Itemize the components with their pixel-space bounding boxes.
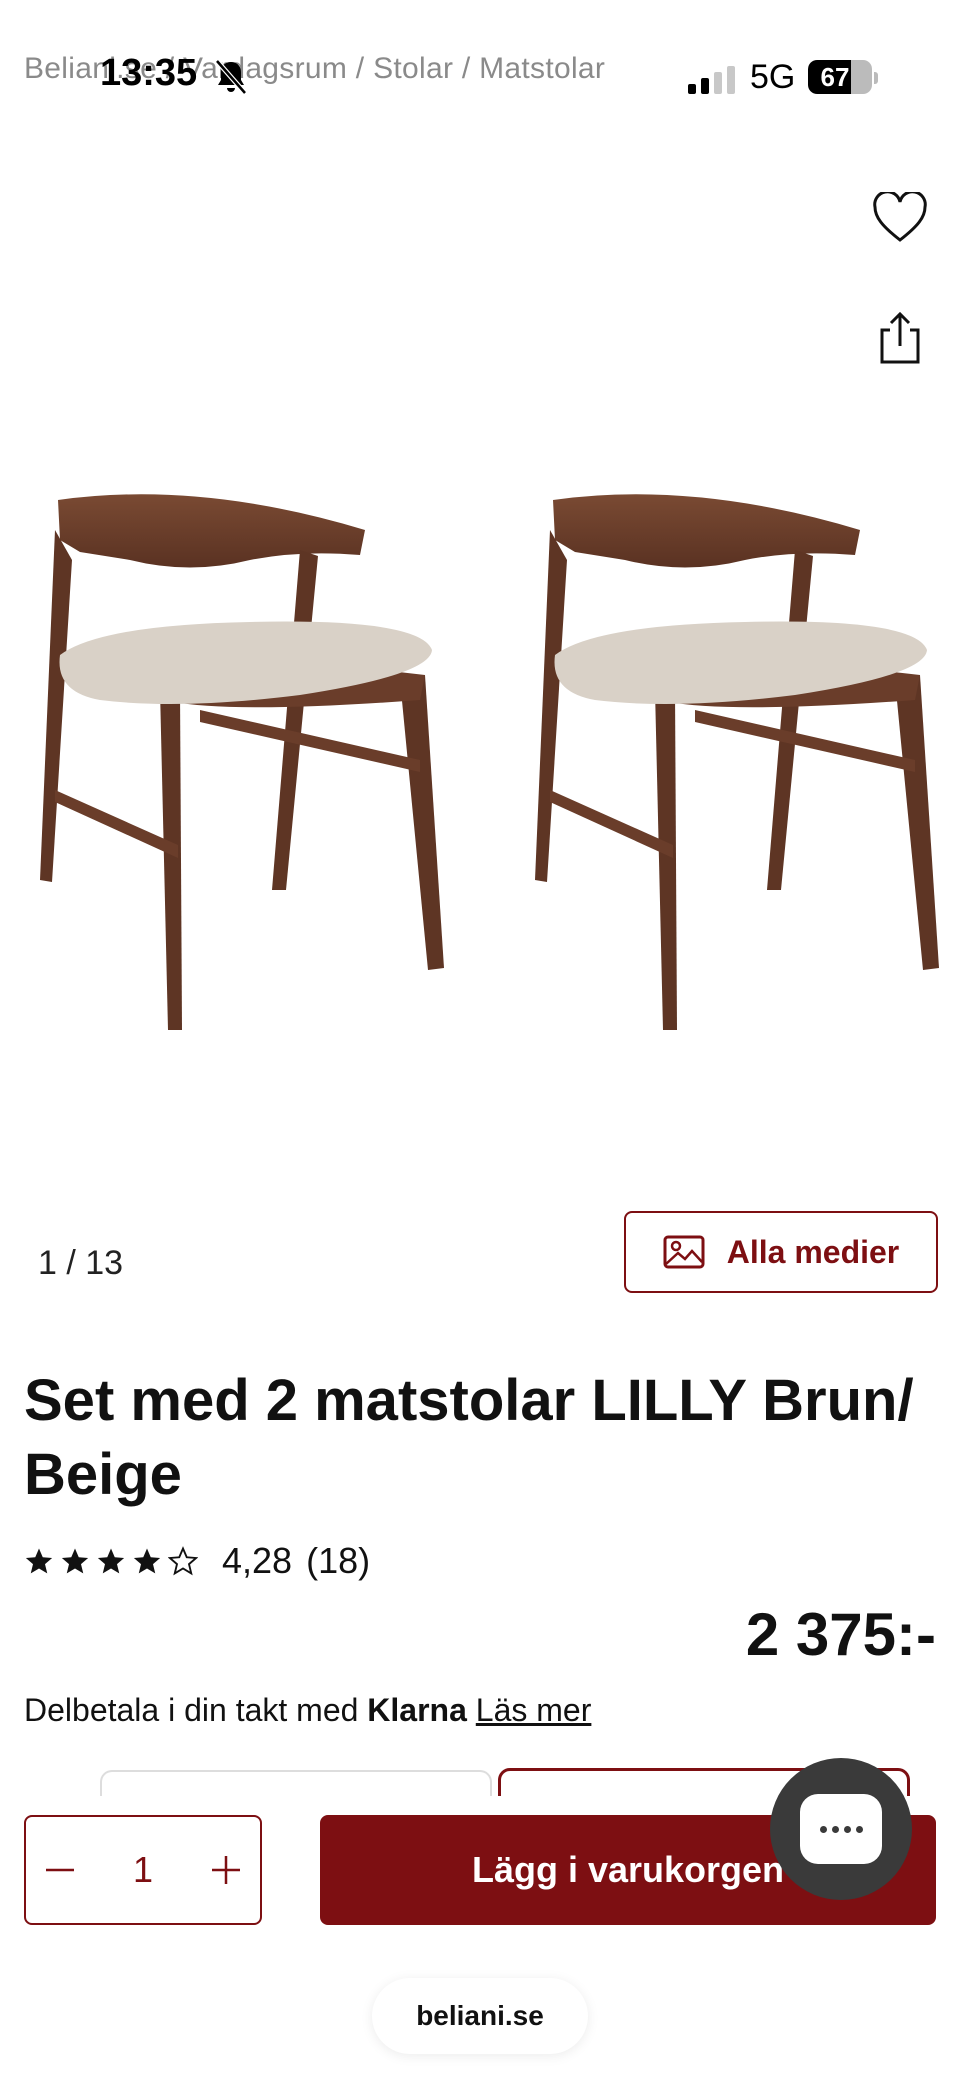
- status-time: 13:35: [100, 52, 198, 94]
- image-icon: [663, 1235, 705, 1269]
- signal-icon: [688, 66, 735, 94]
- share-icon[interactable]: [876, 310, 924, 366]
- gallery-counter: 1 / 13: [38, 1244, 124, 1282]
- rating-value: 4,28: [222, 1540, 293, 1581]
- star-icon: [133, 1548, 161, 1574]
- rating-count: (18): [306, 1540, 371, 1581]
- chat-button[interactable]: [770, 1758, 912, 1900]
- chair-right: [535, 494, 939, 1030]
- heart-icon[interactable]: [872, 192, 928, 244]
- star-icon: [97, 1548, 125, 1574]
- chat-icon: [800, 1794, 882, 1864]
- plus-icon[interactable]: [206, 1850, 246, 1890]
- battery-level: 67: [820, 62, 850, 92]
- browser-url[interactable]: beliani.se: [372, 1978, 588, 2054]
- klarna-info: Delbetala i din takt med Klarna Läs mer: [24, 1692, 591, 1729]
- all-media-label: Alla medier: [726, 1233, 900, 1270]
- star-empty-icon: [168, 1546, 198, 1576]
- klarna-logo: Klarna: [367, 1692, 467, 1728]
- status-bar: Beliani.se / Vardagsrum / Stolar / Matst…: [0, 0, 960, 150]
- product-price: 2 375:-: [745, 1601, 936, 1668]
- star-icon: [61, 1548, 89, 1574]
- all-media-button[interactable]: Alla medier: [624, 1211, 938, 1293]
- option-card-peek[interactable]: [100, 1770, 492, 1798]
- product-rating[interactable]: 4,28 (18): [24, 1540, 370, 1582]
- quantity-value[interactable]: 1: [133, 1849, 153, 1891]
- product-title: Set med 2 matstolar LILLY Brun/ Beige: [24, 1368, 914, 1507]
- minus-icon[interactable]: [40, 1850, 80, 1890]
- network-type: 5G: [750, 58, 796, 96]
- chair-left: [40, 494, 444, 1030]
- bell-mute-icon: [215, 59, 247, 95]
- star-icon: [25, 1548, 53, 1574]
- klarna-read-more-link[interactable]: Läs mer: [476, 1692, 592, 1728]
- quantity-stepper: 1: [24, 1815, 262, 1925]
- battery-indicator: 67: [808, 60, 872, 94]
- klarna-text: Delbetala i din takt med: [24, 1692, 368, 1728]
- product-image[interactable]: [0, 460, 960, 1060]
